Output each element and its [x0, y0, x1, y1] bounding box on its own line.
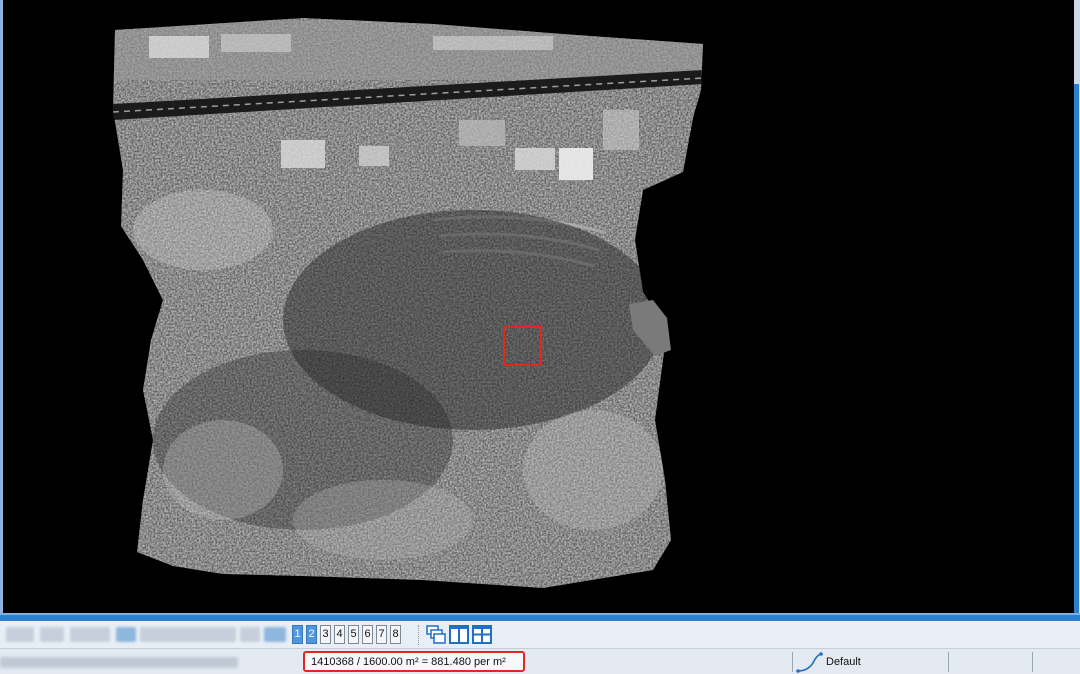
point-density-text: 1410368 / 1600.00 m² = 881.480 per m² [311, 656, 506, 668]
point-cloud-render [113, 18, 703, 588]
window-frame-bottom [0, 613, 1080, 621]
status-text-blurred [0, 657, 238, 668]
point-cloud-viewport[interactable] [3, 0, 1074, 613]
app-window: 1 2 3 4 5 6 7 8 1410368 / 1600.00 m² = 8… [0, 0, 1080, 674]
status-divider [792, 652, 793, 672]
toolbar-button-blurred[interactable] [116, 627, 136, 642]
viewport-tab-1[interactable]: 1 [292, 625, 303, 644]
viewport-tab-8[interactable]: 8 [390, 625, 401, 644]
split-quad-icon[interactable] [472, 625, 492, 644]
window-splitter[interactable] [1074, 84, 1079, 613]
status-divider [948, 652, 949, 672]
viewport-tab-3[interactable]: 3 [320, 625, 331, 644]
status-divider [1032, 652, 1033, 672]
toolbar-button-blurred[interactable] [40, 627, 64, 642]
viewport-tab-2[interactable]: 2 [306, 625, 317, 644]
toolbar-button-blurred[interactable] [70, 627, 110, 642]
split-vertical-icon[interactable] [449, 625, 469, 644]
curve-profile-icon[interactable] [794, 651, 824, 673]
viewport-tab-6[interactable]: 6 [362, 625, 373, 644]
viewport-tab-4[interactable]: 4 [334, 625, 345, 644]
toolbar-button-blurred[interactable] [264, 627, 286, 642]
toolbar-button-blurred[interactable] [140, 627, 236, 642]
point-density-readout: 1410368 / 1600.00 m² = 881.480 per m² [303, 651, 525, 672]
toolbar-button-blurred[interactable] [6, 627, 34, 642]
status-bar: 1410368 / 1600.00 m² = 881.480 per m² De… [0, 649, 1080, 674]
toolbar-separator [418, 625, 420, 645]
profile-label[interactable]: Default [826, 656, 861, 668]
viewport-tab-5[interactable]: 5 [348, 625, 359, 644]
viewport-toolbar: 1 2 3 4 5 6 7 8 [0, 621, 1080, 649]
cascade-windows-icon[interactable] [426, 625, 446, 644]
viewport-tab-7[interactable]: 7 [376, 625, 387, 644]
toolbar-button-blurred[interactable] [240, 627, 260, 642]
